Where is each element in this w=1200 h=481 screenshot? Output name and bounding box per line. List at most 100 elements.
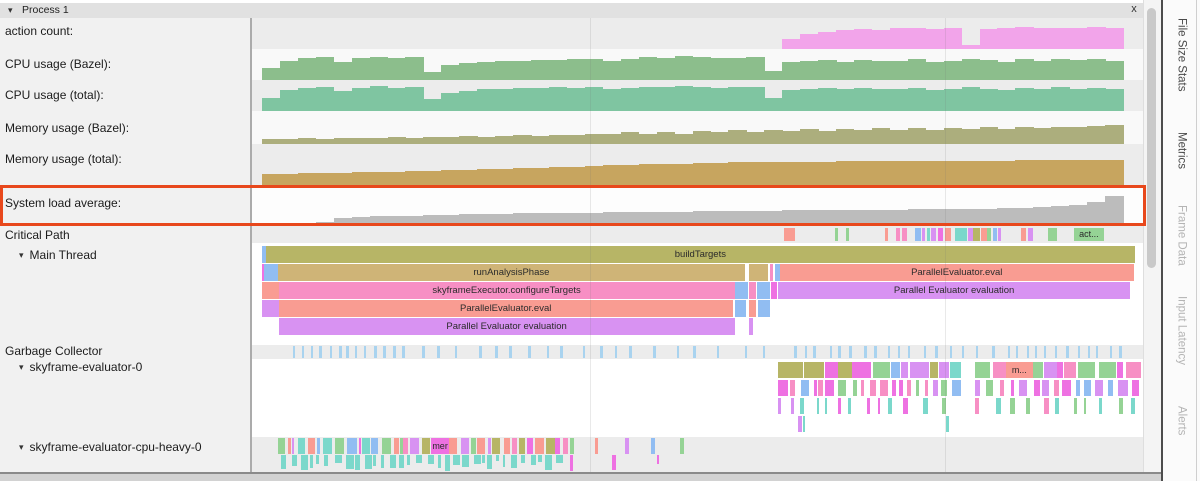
trace-slice[interactable]: act... xyxy=(1074,228,1104,241)
collapse-triangle-icon[interactable]: ▾ xyxy=(19,362,24,373)
trace-event-sliver xyxy=(1016,346,1018,358)
trace-slice[interactable]: m... xyxy=(1006,362,1033,378)
counter-label-mem-bazel[interactable]: Memory usage (Bazel): xyxy=(5,121,129,135)
vertical-scrollbar-track[interactable] xyxy=(1143,0,1161,481)
counter-track-mem-bazel[interactable] xyxy=(252,111,1143,144)
trace-slice[interactable] xyxy=(262,300,279,317)
trace-slice[interactable] xyxy=(757,282,769,299)
chart-bar xyxy=(908,209,926,226)
trace-event-sliver xyxy=(560,346,563,358)
counter-track-action-count[interactable] xyxy=(252,18,1143,49)
thread-label-skyframe-evaluator-0[interactable]: ▾skyframe-evaluator-0 xyxy=(5,360,142,374)
section-label-critical-path[interactable]: Critical Path xyxy=(5,228,70,242)
tab-file-size-stats[interactable]: File Size Stats xyxy=(1176,18,1188,92)
counter-track-cpu-total[interactable] xyxy=(252,80,1143,111)
tab-metrics[interactable]: Metrics xyxy=(1176,132,1188,169)
chart-bar xyxy=(567,213,585,226)
counter-track-mem-total[interactable] xyxy=(252,144,1143,185)
counter-label-mem-total[interactable]: Memory usage (total): xyxy=(5,152,122,166)
trace-event-sliver xyxy=(471,438,476,454)
counter-track-cpu-bazel[interactable] xyxy=(252,49,1143,80)
chart-bar xyxy=(298,173,316,185)
trace-event-sliver xyxy=(923,398,928,414)
trace-slice[interactable] xyxy=(749,264,768,281)
trace-slice[interactable] xyxy=(758,300,769,317)
trace-slice[interactable] xyxy=(735,282,748,299)
trace-event-sliver xyxy=(403,438,408,454)
trace-event-sliver xyxy=(1119,346,1122,358)
chart-bar xyxy=(262,68,280,80)
thread-label-skyframe-evaluator-cpu-heavy-0[interactable]: ▾skyframe-evaluator-cpu-heavy-0 xyxy=(5,440,202,454)
trace-slice[interactable]: runAnalysisPhase xyxy=(278,264,745,281)
chart-bar xyxy=(1069,28,1087,49)
garbage-collector-track[interactable] xyxy=(252,345,1143,359)
chart-bar xyxy=(746,211,764,226)
counter-label-system-load[interactable]: System load average: xyxy=(5,196,121,210)
chart-bar xyxy=(980,29,998,49)
trace-slice[interactable] xyxy=(749,282,755,299)
tab-frame-data[interactable]: Frame Data xyxy=(1176,205,1188,266)
chart-bar xyxy=(441,170,459,185)
trace-event-sliver xyxy=(1084,398,1086,414)
chart-bar xyxy=(764,71,782,80)
trace-slice[interactable] xyxy=(262,282,279,299)
chart-bar xyxy=(926,62,944,80)
chart-bar xyxy=(567,88,585,111)
trace-slice[interactable]: Parallel Evaluator evaluation xyxy=(279,318,735,335)
horizontal-scrollbar-track[interactable] xyxy=(0,472,1161,481)
counter-track-system-load[interactable] xyxy=(252,185,1143,226)
trace-slice[interactable]: mer xyxy=(431,438,449,454)
trace-event-sliver xyxy=(583,346,585,358)
counter-label-cpu-total[interactable]: CPU usage (total): xyxy=(5,88,104,102)
trace-event-sliver xyxy=(310,455,313,468)
trace-slice[interactable] xyxy=(749,318,753,335)
trace-event-sliver xyxy=(867,398,870,414)
trace-slice[interactable] xyxy=(735,300,746,317)
trace-slice[interactable]: skyframeExecutor.configureTargets xyxy=(279,282,735,299)
skyframe-evaluator-0-track[interactable]: m... xyxy=(252,359,1143,437)
trace-slice[interactable] xyxy=(770,264,774,281)
trace-event-sliver xyxy=(888,398,892,414)
collapse-triangle-icon[interactable]: ▾ xyxy=(19,442,24,453)
vertical-scrollbar-thumb[interactable] xyxy=(1147,8,1156,268)
trace-event-sliver xyxy=(880,380,889,396)
trace-slice[interactable]: ParallelEvaluator.eval xyxy=(780,264,1134,281)
close-icon[interactable]: x xyxy=(1126,3,1142,18)
flame-chart-row: ParallelEvaluator.eval xyxy=(262,300,1137,317)
tab-alerts[interactable]: Alerts xyxy=(1176,406,1188,435)
trace-slice[interactable] xyxy=(771,282,776,299)
trace-event-sliver xyxy=(1118,380,1128,396)
timeline-gridline xyxy=(590,18,591,472)
collapse-triangle-icon[interactable]: ▾ xyxy=(8,5,13,16)
right-tab-bar: File Size Stats Metrics Frame Data Input… xyxy=(1163,0,1200,481)
trace-event-sliver xyxy=(1117,362,1122,378)
trace-slice[interactable]: Parallel Evaluator evaluation xyxy=(778,282,1130,299)
trace-event-sliver xyxy=(1054,380,1060,396)
trace-event-sliver xyxy=(512,438,517,454)
skyframe-evaluator-cpu-heavy-0-track[interactable]: mer xyxy=(252,437,1143,472)
chart-bar xyxy=(280,174,298,185)
thread-label-main-thread[interactable]: ▾Main Thread xyxy=(5,248,97,262)
collapse-triangle-icon[interactable]: ▾ xyxy=(19,250,24,261)
chart-bar xyxy=(710,132,728,144)
counter-label-cpu-bazel[interactable]: CPU usage (Bazel): xyxy=(5,57,111,71)
counter-label-action-count[interactable]: action count: xyxy=(5,24,73,38)
process-header[interactable]: ▾ Process 1 x xyxy=(0,3,1143,19)
trace-slice[interactable] xyxy=(264,264,278,281)
chart-bar xyxy=(477,62,495,80)
chart-bar xyxy=(908,28,926,49)
tab-input-latency[interactable]: Input Latency xyxy=(1176,296,1188,365)
chart-bar xyxy=(675,134,693,144)
trace-event-sliver xyxy=(422,346,425,358)
trace-slice[interactable]: buildTargets xyxy=(266,246,1136,263)
section-label-garbage-collector[interactable]: Garbage Collector xyxy=(5,344,102,358)
trace-slice[interactable]: ParallelEvaluator.eval xyxy=(279,300,733,317)
trace-event-sliver xyxy=(555,438,560,454)
chart-bar xyxy=(962,59,980,80)
chart-bar xyxy=(639,57,657,80)
trace-slice[interactable] xyxy=(749,300,756,317)
chart-bar xyxy=(549,213,567,226)
critical-path-track[interactable]: act... xyxy=(252,226,1143,243)
trace-event-sliver xyxy=(527,438,534,454)
chart-bar xyxy=(944,161,962,185)
